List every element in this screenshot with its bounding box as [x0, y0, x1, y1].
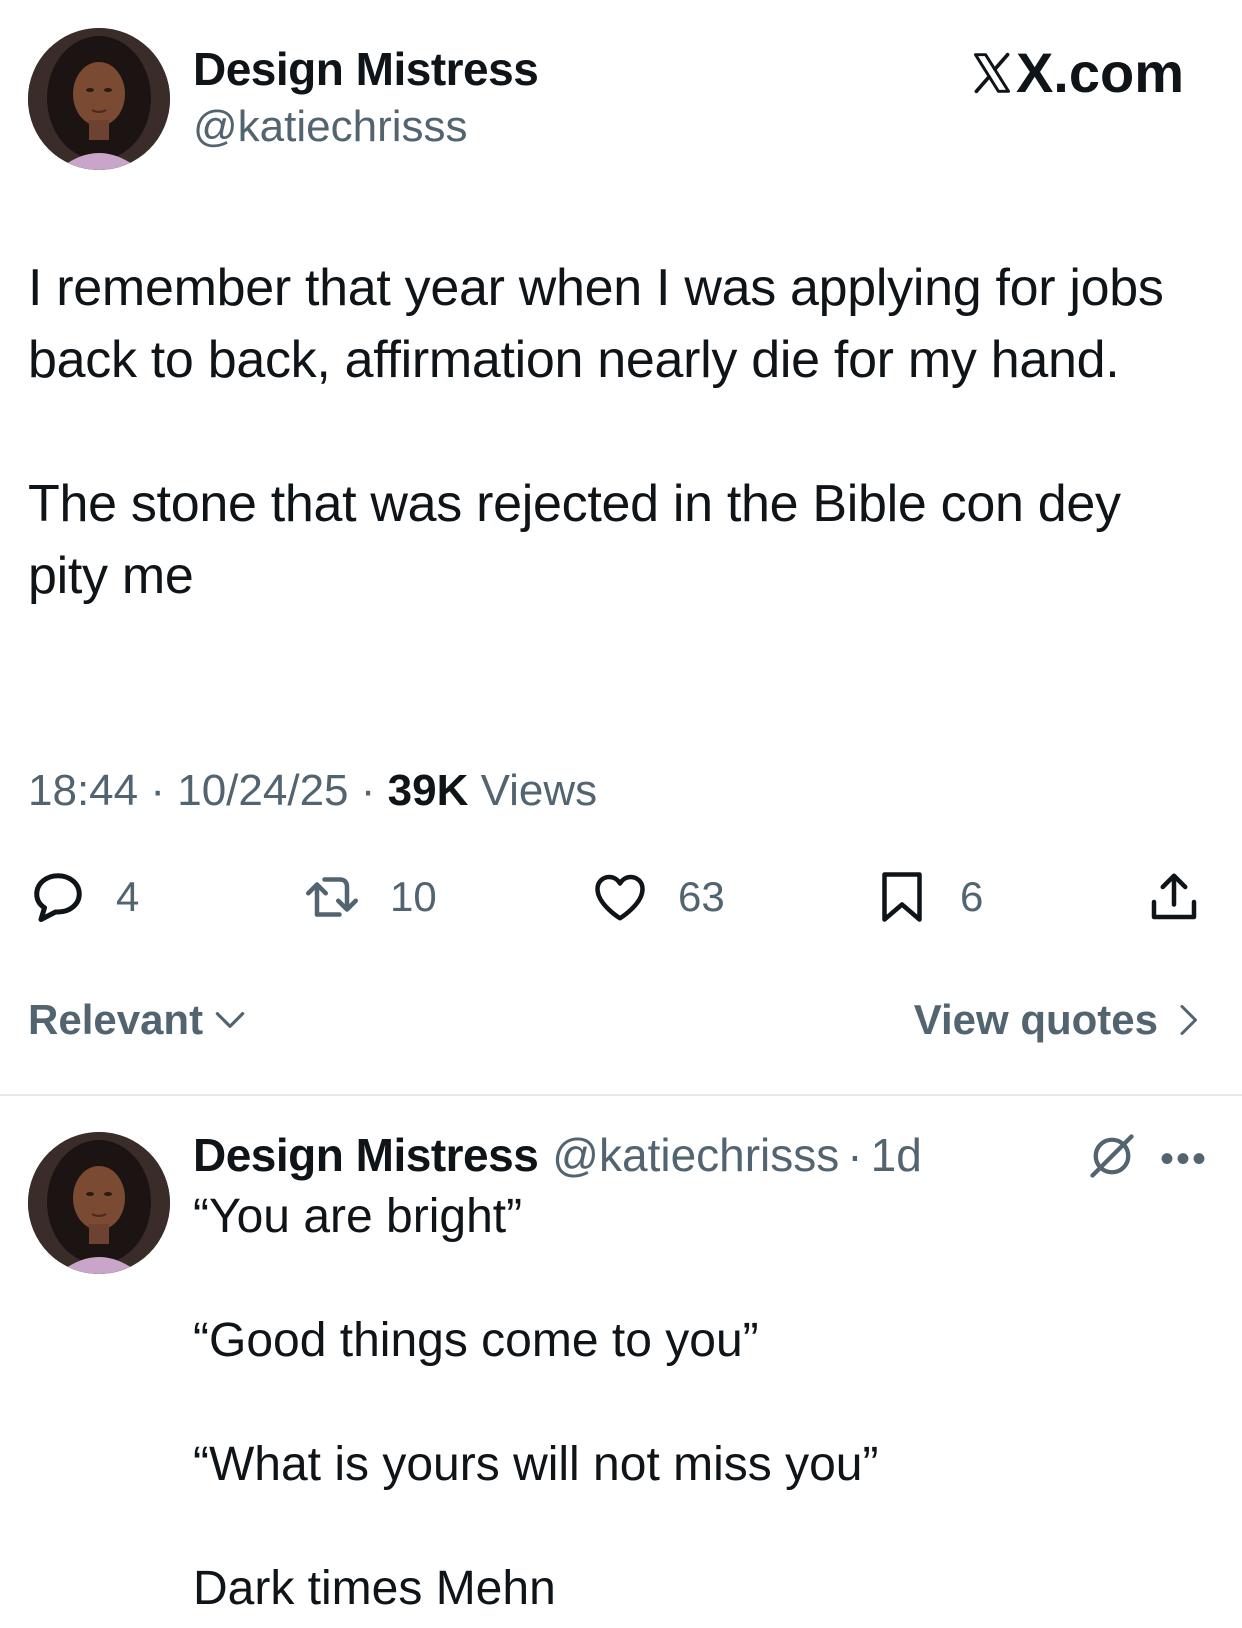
author-name[interactable]: Design Mistress [193, 42, 539, 96]
sort-dropdown[interactable]: Relevant [28, 996, 249, 1044]
tweet-time[interactable]: 18:44 [28, 766, 138, 815]
repost-button[interactable]: 10 [302, 862, 437, 932]
tweet-paragraph: The stone that was rejected in the Bible… [28, 475, 1121, 605]
like-button[interactable]: 63 [590, 862, 725, 932]
grok-icon [1090, 1134, 1134, 1178]
like-count: 63 [678, 873, 725, 920]
reply-button[interactable]: 4 [28, 862, 139, 932]
meta-separator: · [150, 766, 178, 815]
more-icon[interactable]: ••• [1160, 1139, 1208, 1179]
reply-age[interactable]: 1d [871, 1128, 922, 1182]
bookmark-button[interactable]: 6 [872, 862, 983, 932]
chevron-down-icon [215, 1012, 245, 1028]
views-label: Views [480, 766, 598, 815]
heart-icon [595, 874, 645, 921]
x-logo-icon [973, 52, 1010, 93]
reply-paragraph: Dark times Mehn [193, 1562, 556, 1615]
action-bar: 4 10 63 6 [0, 862, 1242, 932]
tweet-meta: 18:44 · 10/24/25 · 39K Views [28, 766, 597, 816]
reply-actions: ••• [1086, 1130, 1208, 1187]
chevron-right-icon [1180, 1005, 1197, 1035]
tweet-date[interactable]: 10/24/25 [177, 766, 348, 815]
author-avatar[interactable] [28, 28, 170, 170]
meta-separator: · [360, 766, 388, 815]
reply-paragraph: “Good things come to you” [193, 1314, 759, 1367]
reply-icon [34, 873, 82, 922]
share-icon [1151, 873, 1197, 920]
meta-separator: · [847, 1129, 863, 1181]
bookmark-icon [882, 872, 922, 922]
repost-count: 10 [390, 873, 437, 920]
divider [0, 1094, 1242, 1096]
reply-paragraph: “You are bright” [193, 1190, 523, 1243]
view-quotes-link[interactable]: View quotes [914, 996, 1206, 1044]
tweet-paragraph: I remember that year when I was applying… [28, 259, 1164, 389]
tweet-screenshot: Design Mistress @katiechrisss X.com I re… [0, 0, 1242, 1628]
views-count: 39K [387, 766, 469, 815]
reply-author-name[interactable]: Design Mistress [193, 1128, 539, 1182]
reply-author-handle[interactable]: @katiechrisss [552, 1128, 839, 1182]
grok-button[interactable] [1086, 1130, 1138, 1187]
share-button[interactable] [1144, 862, 1204, 932]
sort-label: Relevant [28, 996, 204, 1043]
brand-logo: X.com [970, 40, 1184, 105]
repost-icon [306, 877, 358, 917]
reply-paragraph: “What is yours will not miss you” [193, 1438, 879, 1491]
brand-text: X.com [1015, 41, 1184, 104]
view-quotes-label: View quotes [913, 996, 1158, 1043]
author-handle[interactable]: @katiechrisss [193, 102, 468, 152]
reply-count: 4 [116, 873, 140, 920]
reply-avatar[interactable] [28, 1132, 170, 1274]
tweet-text: I remember that year when I was applying… [28, 252, 1208, 612]
reply-text: “You are bright” “Good things come to yo… [193, 1186, 1193, 1628]
replies-sort-row: Relevant View quotes [0, 996, 1242, 1054]
bookmark-count: 6 [960, 873, 984, 920]
reply-header: Design Mistress @katiechrisss · 1d [193, 1128, 922, 1182]
